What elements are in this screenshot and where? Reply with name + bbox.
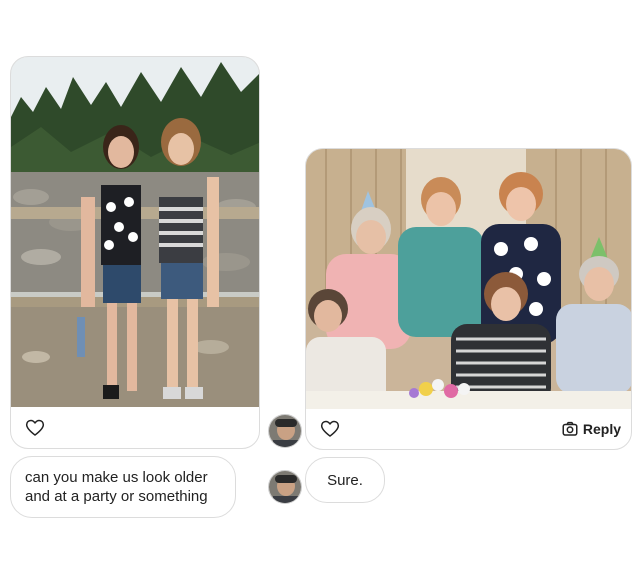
reply-button[interactable]: Reply	[561, 418, 621, 440]
right-card-footer: Reply	[306, 409, 631, 449]
avatar[interactable]	[268, 414, 302, 448]
camera-icon	[561, 420, 579, 438]
heart-outline-icon[interactable]	[25, 418, 45, 438]
right-message-bubble: Sure.	[305, 457, 385, 503]
heart-outline-icon[interactable]	[320, 419, 340, 439]
left-card-footer	[11, 408, 259, 448]
left-message-bubble: can you make us look older and at a part…	[10, 456, 236, 518]
elderly-party-photo[interactable]	[306, 149, 631, 409]
left-photo-card	[10, 56, 260, 449]
left-message-text: can you make us look older and at a part…	[25, 469, 208, 505]
reply-label: Reply	[582, 421, 621, 437]
right-photo-card: Reply	[305, 148, 632, 450]
girls-photo[interactable]	[11, 57, 259, 407]
avatar[interactable]	[268, 470, 302, 504]
right-message-text: Sure.	[327, 472, 363, 489]
